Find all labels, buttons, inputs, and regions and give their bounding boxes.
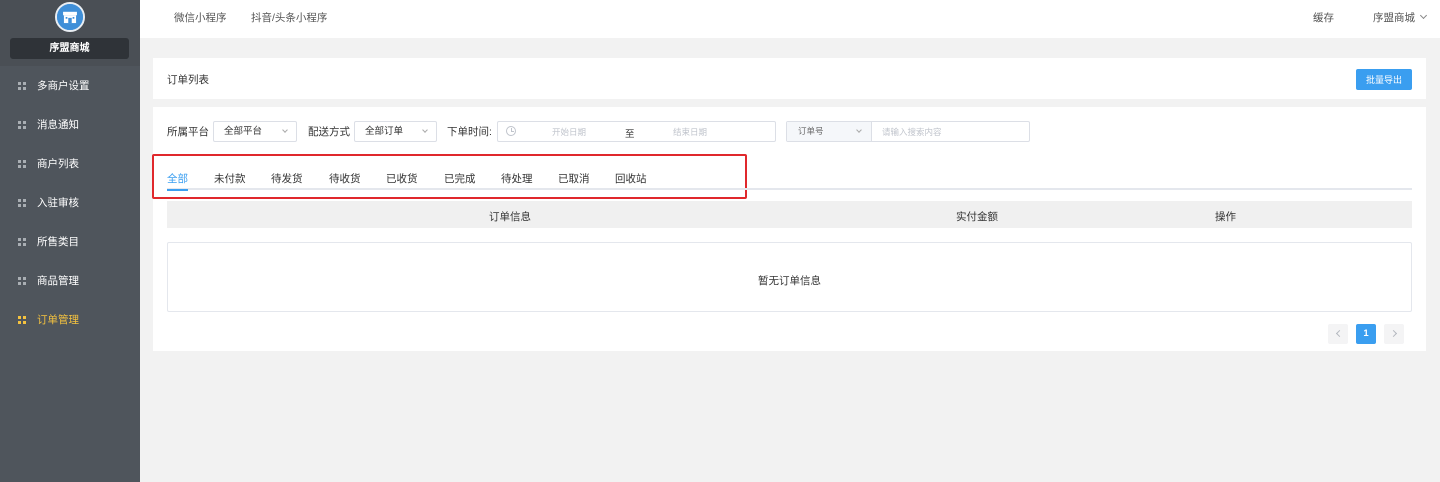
delivery-select[interactable]: 全部订单 — [354, 121, 437, 142]
order-time-label: 下单时间: — [447, 126, 492, 138]
grid-icon — [18, 120, 26, 129]
prev-page-button[interactable] — [1328, 324, 1348, 344]
sidebar-item-label: 商品管理 — [37, 275, 79, 287]
sidebar-item-categories[interactable]: 所售类目 — [0, 222, 140, 261]
platform-label: 所属平台 — [167, 126, 209, 138]
grid-icon — [18, 315, 26, 324]
chevron-down-icon — [1419, 11, 1428, 20]
page-title: 订单列表 — [167, 74, 209, 86]
sidebar-item-notifications[interactable]: 消息通知 — [0, 105, 140, 144]
tab-received[interactable]: 已收货 — [386, 171, 418, 190]
chevron-down-icon — [856, 127, 862, 133]
sidebar-item-label: 订单管理 — [37, 314, 79, 326]
page-header: 订单列表 批量导出 — [153, 58, 1426, 99]
column-actions: 操作 — [1215, 211, 1236, 223]
delivery-select-value: 全部订单 — [365, 126, 404, 137]
chevron-right-icon — [1389, 329, 1397, 338]
tab-pending[interactable]: 待处理 — [501, 171, 533, 190]
tab-wechat-miniprogram[interactable]: 微信小程序 — [174, 10, 227, 25]
column-paid-amount: 实付金额 — [956, 211, 998, 223]
tab-douyin-miniprogram[interactable]: 抖音/头条小程序 — [251, 10, 327, 25]
empty-state: 暂无订单信息 — [167, 242, 1412, 312]
table-header: 订单信息 实付金额 操作 — [167, 201, 1412, 228]
empty-text: 暂无订单信息 — [758, 275, 821, 287]
grid-icon — [18, 81, 26, 90]
order-date-range[interactable]: 至 — [497, 121, 776, 142]
chevron-down-icon — [422, 127, 428, 133]
logo-area: 序盟商城 — [0, 0, 140, 66]
platform-select[interactable]: 全部平台 — [213, 121, 297, 142]
sidebar: 序盟商城 多商户设置 消息通知 商户列表 入驻审核 所售类目 商品管理 订单管理 — [0, 0, 140, 482]
batch-export-button[interactable]: 批量导出 — [1356, 69, 1412, 90]
user-name: 序盟商城 — [1373, 12, 1415, 24]
sidebar-item-entry-review[interactable]: 入驻审核 — [0, 183, 140, 222]
tab-recycle-bin[interactable]: 回收站 — [615, 171, 647, 190]
platform-select-value: 全部平台 — [224, 126, 263, 137]
clock-icon — [506, 126, 516, 136]
order-status-tabs: 全部 未付款 待发货 待收货 已收货 已完成 待处理 已取消 回收站 — [167, 166, 1412, 191]
sidebar-item-label: 入驻审核 — [37, 197, 79, 209]
sidebar-item-merchant-list[interactable]: 商户列表 — [0, 144, 140, 183]
sidebar-item-orders[interactable]: 订单管理 — [0, 300, 140, 339]
search-group: 订单号 — [786, 121, 1030, 142]
cache-button[interactable]: 缓存 — [1313, 10, 1334, 25]
user-menu[interactable]: 序盟商城 — [1373, 10, 1428, 25]
top-bar: 微信小程序 抖音/头条小程序 缓存 序盟商城 — [140, 0, 1440, 38]
search-type-value: 订单号 — [798, 126, 824, 136]
chevron-left-icon — [1335, 329, 1343, 338]
page-number-current[interactable]: 1 — [1356, 324, 1376, 344]
tab-to-ship[interactable]: 待发货 — [271, 171, 303, 190]
start-date-input[interactable] — [522, 125, 616, 139]
grid-icon — [18, 198, 26, 207]
search-input[interactable] — [882, 125, 1022, 138]
next-page-button[interactable] — [1384, 324, 1404, 344]
store-logo-icon — [55, 2, 85, 32]
search-type-select[interactable]: 订单号 — [787, 122, 872, 141]
range-separator: 至 — [625, 129, 635, 140]
chevron-down-icon — [282, 127, 288, 133]
tab-cancelled[interactable]: 已取消 — [558, 171, 590, 190]
sidebar-item-label: 商户列表 — [37, 158, 79, 170]
tab-to-receive[interactable]: 待收货 — [329, 171, 361, 190]
end-date-input[interactable] — [643, 125, 737, 139]
sidebar-item-label: 多商户设置 — [37, 80, 90, 92]
delivery-label: 配送方式 — [308, 126, 350, 138]
column-order-info: 订单信息 — [489, 211, 531, 223]
tab-completed[interactable]: 已完成 — [444, 171, 476, 190]
sidebar-item-products[interactable]: 商品管理 — [0, 261, 140, 300]
sidebar-item-label: 消息通知 — [37, 119, 79, 131]
grid-icon — [18, 237, 26, 246]
tab-all[interactable]: 全部 — [167, 171, 188, 191]
order-list-panel: 所属平台 全部平台 配送方式 全部订单 下单时间: 至 订单号 全部 未付款 待… — [152, 107, 1426, 351]
sidebar-item-merchant-settings[interactable]: 多商户设置 — [0, 66, 140, 105]
grid-icon — [18, 159, 26, 168]
tab-unpaid[interactable]: 未付款 — [214, 171, 246, 190]
grid-icon — [18, 276, 26, 285]
sidebar-menu: 多商户设置 消息通知 商户列表 入驻审核 所售类目 商品管理 订单管理 — [0, 66, 140, 339]
sidebar-item-label: 所售类目 — [37, 236, 79, 248]
brand-name: 序盟商城 — [10, 38, 129, 59]
